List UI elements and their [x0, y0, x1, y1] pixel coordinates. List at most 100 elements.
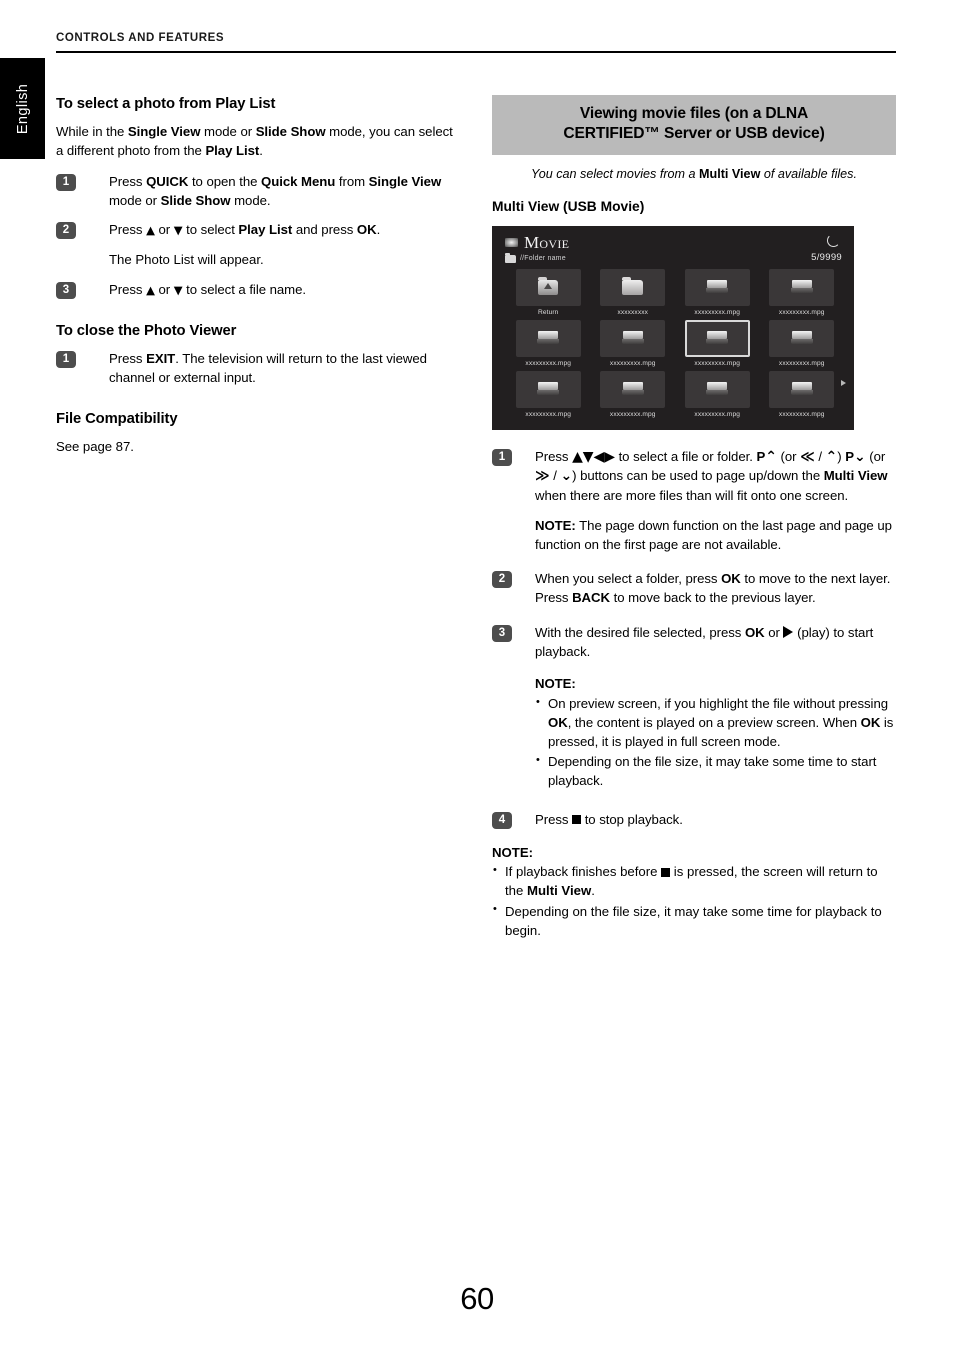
tv-file-label: xxxxxxxxx.mpg — [525, 410, 572, 418]
language-tab: English — [0, 58, 45, 159]
tv-file-thumbnail[interactable] — [515, 370, 581, 408]
arrow-up-icon: ▲ — [146, 223, 155, 238]
subheading-multi-view-usb-movie: Multi View (USB Movie) — [492, 198, 645, 214]
page-number: 60 — [460, 1281, 494, 1316]
text-fragment: mode or — [200, 124, 256, 140]
double-chevron-right-icon: ≫ — [535, 468, 550, 485]
tv-file-cell[interactable]: xxxxxxxxx — [595, 268, 672, 316]
tv-file-cell[interactable]: xxxxxxxxx.mpg — [764, 319, 841, 367]
heading-file-compatibility: File Compatibility — [56, 410, 178, 427]
text-bold-exit: EXIT — [146, 351, 176, 367]
text-fragment: . — [376, 222, 381, 238]
text-bold-multi-view: Multi View — [699, 166, 761, 181]
tv-file-thumbnail[interactable] — [684, 370, 750, 408]
tv-file-thumbnail[interactable] — [515, 319, 581, 357]
movie-file-icon — [790, 280, 813, 294]
text-bold-play-list: Play List — [205, 143, 260, 159]
movie-file-icon — [537, 382, 560, 396]
tv-file-label: xxxxxxxxx.mpg — [694, 359, 741, 367]
step-number-badge: 3 — [492, 624, 512, 642]
tv-file-thumbnail[interactable] — [769, 370, 835, 408]
text-bold-ok: OK — [548, 714, 568, 730]
tv-file-cell[interactable]: xxxxxxxxx.mpg — [764, 370, 841, 418]
text-bold-ok: OK — [744, 624, 765, 640]
tv-file-cell[interactable]: xxxxxxxxx.mpg — [595, 370, 672, 418]
tv-file-grid: Return xxxxxxxxx xxxxxxxxx.mpg xxxxxxxxx.mp… — [510, 268, 841, 418]
step-item: 4 Press to stop playback. — [492, 811, 896, 830]
step-text: When you select a folder, press OK to mo… — [535, 570, 896, 607]
tv-file-thumbnail[interactable] — [684, 268, 750, 306]
return-folder-icon — [538, 276, 559, 295]
text-bold-p-down: P — [845, 448, 854, 464]
tv-file-thumbnail[interactable] — [769, 268, 835, 306]
chevron-up-icon: ⌃ — [765, 448, 777, 465]
tv-file-label: Return — [538, 308, 559, 316]
tv-file-cell[interactable]: Return — [510, 268, 587, 316]
movie-file-icon — [706, 280, 729, 294]
double-chevron-down-icon: ⌄ — [560, 468, 573, 485]
tv-file-label: xxxxxxxxx.mpg — [525, 359, 572, 367]
tv-multi-view-screenshot: Movie //Folder name 5/9999 Return xxxxxxx… — [492, 225, 854, 430]
step-continuation-photo-list: The Photo List will appear. — [109, 252, 264, 268]
text-bold-slide-show: Slide Show — [160, 192, 231, 208]
tv-file-thumbnail[interactable] — [600, 268, 666, 306]
movie-file-icon — [621, 382, 644, 396]
text-fragment: Press — [109, 173, 147, 189]
tv-file-thumbnail-selected[interactable] — [684, 319, 750, 357]
tv-file-cell[interactable]: xxxxxxxxx.mpg — [679, 268, 756, 316]
step1-note: NOTE: The page down function on the last… — [535, 517, 896, 554]
text-fragment: Press — [109, 281, 147, 297]
language-tab-label: English — [14, 83, 31, 134]
file-compatibility-text: See page 87. — [56, 439, 134, 455]
tv-title-row: Movie — [505, 234, 569, 251]
text-fragment: ) buttons can be used to page up/down th… — [572, 468, 824, 484]
step-item: 3 With the desired file selected, press … — [492, 624, 896, 793]
note-label: NOTE: — [492, 844, 534, 860]
tv-file-thumbnail[interactable] — [600, 319, 666, 357]
step-item: 1 Press EXIT. The television will return… — [56, 350, 458, 387]
tv-breadcrumb-path: //Folder name — [520, 255, 566, 263]
text-fragment: mode. — [230, 192, 271, 208]
tv-file-cell[interactable]: xxxxxxxxx.mpg — [595, 319, 672, 367]
tv-file-cell[interactable]: xxxxxxxxx.mpg — [510, 370, 587, 418]
folder-icon — [505, 252, 516, 263]
movie-file-icon — [706, 331, 729, 345]
step-item: 1 Press ▲▼◀▶ to select a file or folder.… — [492, 448, 896, 555]
step-number-badge: 1 — [56, 351, 76, 369]
tv-file-cell[interactable]: xxxxxxxxx.mpg — [764, 268, 841, 316]
list-item: On preview screen, if you highlight the … — [535, 695, 896, 751]
step-number-badge: 3 — [56, 281, 76, 299]
text-fragment: . — [259, 143, 263, 159]
chevron-down-icon: ⌄ — [853, 448, 866, 465]
text-fragment: to open the — [188, 173, 262, 189]
tv-file-thumbnail[interactable] — [600, 370, 666, 408]
tv-file-label: xxxxxxxxx.mpg — [694, 308, 741, 316]
text-fragment: (or — [865, 448, 886, 464]
movie-file-icon — [706, 382, 729, 396]
heading-select-photo-from-play-list: To select a photo from Play List — [56, 96, 276, 112]
tv-file-cell[interactable]: xxxxxxxxx.mpg — [679, 319, 756, 367]
refresh-icon — [827, 233, 840, 247]
text-fragment: Press — [109, 222, 147, 238]
text-fragment: , the content is played on a preview scr… — [567, 714, 861, 730]
tv-file-label: xxxxxxxxx.mpg — [694, 410, 741, 418]
movie-file-icon — [790, 382, 813, 396]
note-list: On preview screen, if you highlight the … — [535, 695, 896, 791]
tv-file-thumbnail[interactable] — [515, 268, 581, 306]
arrow-down-icon: ▼ — [173, 282, 183, 297]
text-bold-multi-view: Multi View — [527, 883, 592, 899]
text-fragment: If playback finishes before — [505, 864, 662, 880]
step-number-badge: 2 — [492, 571, 512, 589]
note-text: The page down function on the last page … — [535, 518, 892, 552]
text-fragment: from — [335, 173, 369, 189]
movie-file-icon — [537, 331, 560, 345]
tv-file-cell[interactable]: xxxxxxxxx.mpg — [679, 370, 756, 418]
text-bold-quick: QUICK — [146, 173, 189, 189]
text-fragment: Press — [535, 811, 573, 827]
text-fragment: and press — [292, 222, 357, 238]
right-column: Viewing movie files (on a DLNA CERTIFIED… — [492, 95, 896, 942]
text-fragment: On preview screen, if you highlight the … — [548, 696, 889, 712]
tv-file-cell[interactable]: xxxxxxxxx.mpg — [510, 319, 587, 367]
tv-file-thumbnail[interactable] — [769, 319, 835, 357]
intro-paragraph-play-list: While in the Single View mode or Slide S… — [56, 123, 458, 160]
